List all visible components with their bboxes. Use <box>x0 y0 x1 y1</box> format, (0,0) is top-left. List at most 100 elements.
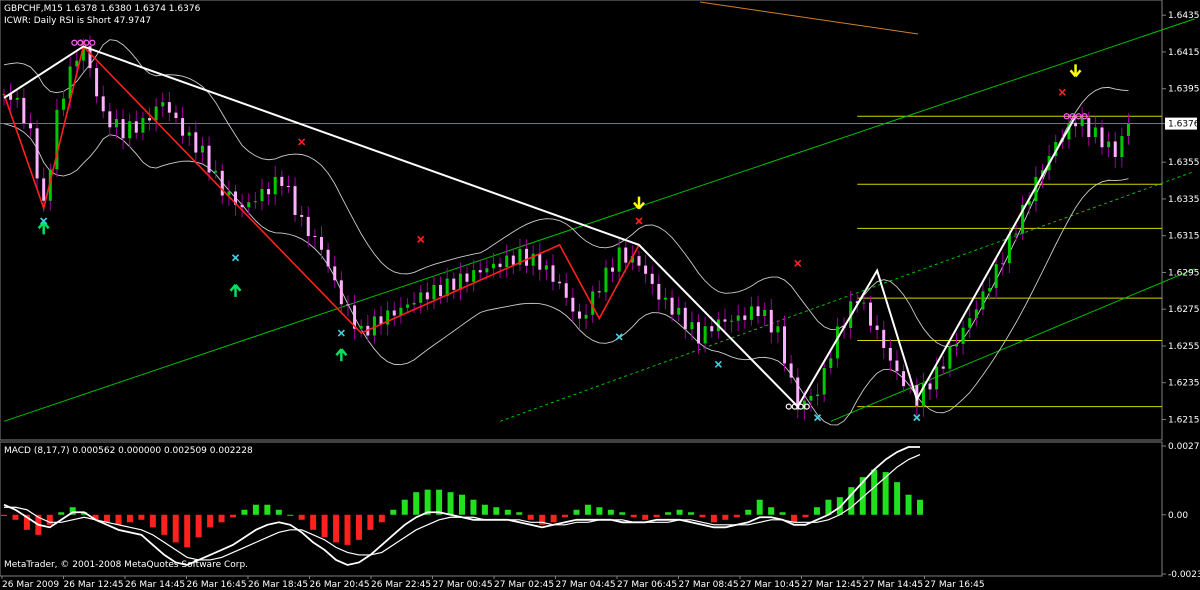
macd-histogram-bar <box>710 514 717 523</box>
candle-body <box>988 288 992 292</box>
candle-body <box>571 297 575 312</box>
candle-body <box>333 266 337 281</box>
price-tick-label: 1.6395 <box>1168 85 1200 95</box>
candle-body <box>511 255 515 265</box>
macd-histogram-bar <box>252 504 259 515</box>
candle-body <box>207 145 211 173</box>
candle-body <box>941 366 945 369</box>
macd-histogram-bar <box>665 512 672 515</box>
candle-body <box>558 281 562 284</box>
macd-histogram-bar <box>390 509 397 515</box>
candle-body <box>240 204 244 208</box>
macd-histogram-bar <box>688 512 694 515</box>
macd-histogram-bar <box>207 514 214 528</box>
candle-body <box>657 283 661 300</box>
candle-body <box>789 363 793 378</box>
macd-histogram-bar <box>607 509 614 515</box>
candle-body <box>95 68 99 97</box>
price-tick-label: 1.6315 <box>1168 232 1200 242</box>
macd-histogram-bar <box>676 509 683 515</box>
candle-body <box>300 214 304 217</box>
candle-body <box>267 188 271 195</box>
candle-body <box>148 118 152 121</box>
candle-body <box>425 292 429 300</box>
macd-histogram-bar <box>550 514 557 523</box>
macd-histogram-bar <box>436 489 443 515</box>
candle-body <box>756 306 760 317</box>
macd-histogram-bar <box>126 514 133 523</box>
candle-body <box>432 284 436 300</box>
candle-body <box>359 325 363 329</box>
macd-histogram-bar <box>596 507 603 515</box>
candle-body <box>544 265 548 270</box>
macd-histogram-bar <box>584 504 591 515</box>
price-tick-label: 1.6295 <box>1168 268 1200 278</box>
candle-body <box>577 311 581 319</box>
candle-body <box>611 267 615 272</box>
macd-histogram-bar <box>333 514 340 543</box>
candle-body <box>644 265 648 274</box>
candle-body <box>260 188 264 202</box>
candle-body <box>472 270 476 282</box>
candle-body <box>776 326 780 333</box>
candle-body <box>62 98 66 110</box>
candle-body <box>1093 127 1097 138</box>
time-tick-label: 26 Mar 2009 <box>2 580 59 590</box>
candle-body <box>670 297 674 315</box>
macd-histogram-bar <box>275 509 282 515</box>
macd-histogram-bar <box>871 469 878 515</box>
macd-histogram-bar <box>264 504 271 515</box>
candle-body <box>829 358 833 368</box>
candle-body <box>200 145 204 153</box>
macd-histogram-bar <box>287 514 294 516</box>
candle-body <box>75 60 79 67</box>
candle-body <box>114 119 118 128</box>
candle-body <box>783 326 787 364</box>
candle-body <box>769 309 773 333</box>
candle-body <box>816 394 820 396</box>
macd-tick-label: 0.00 <box>1168 511 1188 521</box>
candle-body <box>525 248 529 266</box>
candle-body <box>280 176 284 187</box>
candle-body <box>42 178 46 201</box>
candle-body <box>405 304 409 308</box>
candle-body <box>161 102 165 107</box>
macd-histogram-bar <box>802 514 809 518</box>
candle-body <box>187 132 191 136</box>
macd-histogram-bar <box>894 482 901 515</box>
candle-body <box>339 280 343 305</box>
macd-histogram-bar <box>756 499 763 515</box>
macd-histogram-bar <box>619 512 626 515</box>
candle-body <box>604 267 608 293</box>
candle-body <box>763 309 767 317</box>
candle-body <box>650 273 654 284</box>
candle-body <box>710 326 714 332</box>
macd-histogram-bar <box>722 514 729 520</box>
candle-body <box>134 121 138 133</box>
macd-histogram-bar <box>218 514 225 523</box>
candle-body <box>809 395 813 401</box>
candle-body <box>584 314 588 319</box>
macd-histogram-bar <box>298 514 305 520</box>
time-tick-label: 27 Mar 08:45 <box>679 580 739 590</box>
chart-window[interactable]: 1.6435 1.6415 1.6395 1.6376 1.6355 1.6335 1.63… <box>0 0 1200 590</box>
macd-histogram-bar <box>355 514 362 540</box>
macd-histogram-bar <box>733 514 740 518</box>
candle-body <box>505 255 509 267</box>
candle-body <box>868 302 872 326</box>
price-tick-label: 1.6215 <box>1168 415 1200 425</box>
candle-body <box>597 291 601 293</box>
macd-histogram-bar <box>230 514 236 518</box>
macd-histogram-bar <box>642 514 649 520</box>
macd-histogram-bar <box>378 514 385 523</box>
candle-body <box>968 318 972 328</box>
candle-body <box>154 106 158 121</box>
time-tick-label: 26 Mar 18:45 <box>248 580 308 590</box>
candle-body <box>624 247 628 263</box>
macd-histogram-bar <box>905 494 912 515</box>
macd-histogram-bar <box>241 509 248 515</box>
macd-histogram-bar <box>1 514 7 517</box>
candle-body <box>743 315 747 320</box>
candle-body <box>690 322 694 330</box>
candle-body <box>551 265 555 282</box>
